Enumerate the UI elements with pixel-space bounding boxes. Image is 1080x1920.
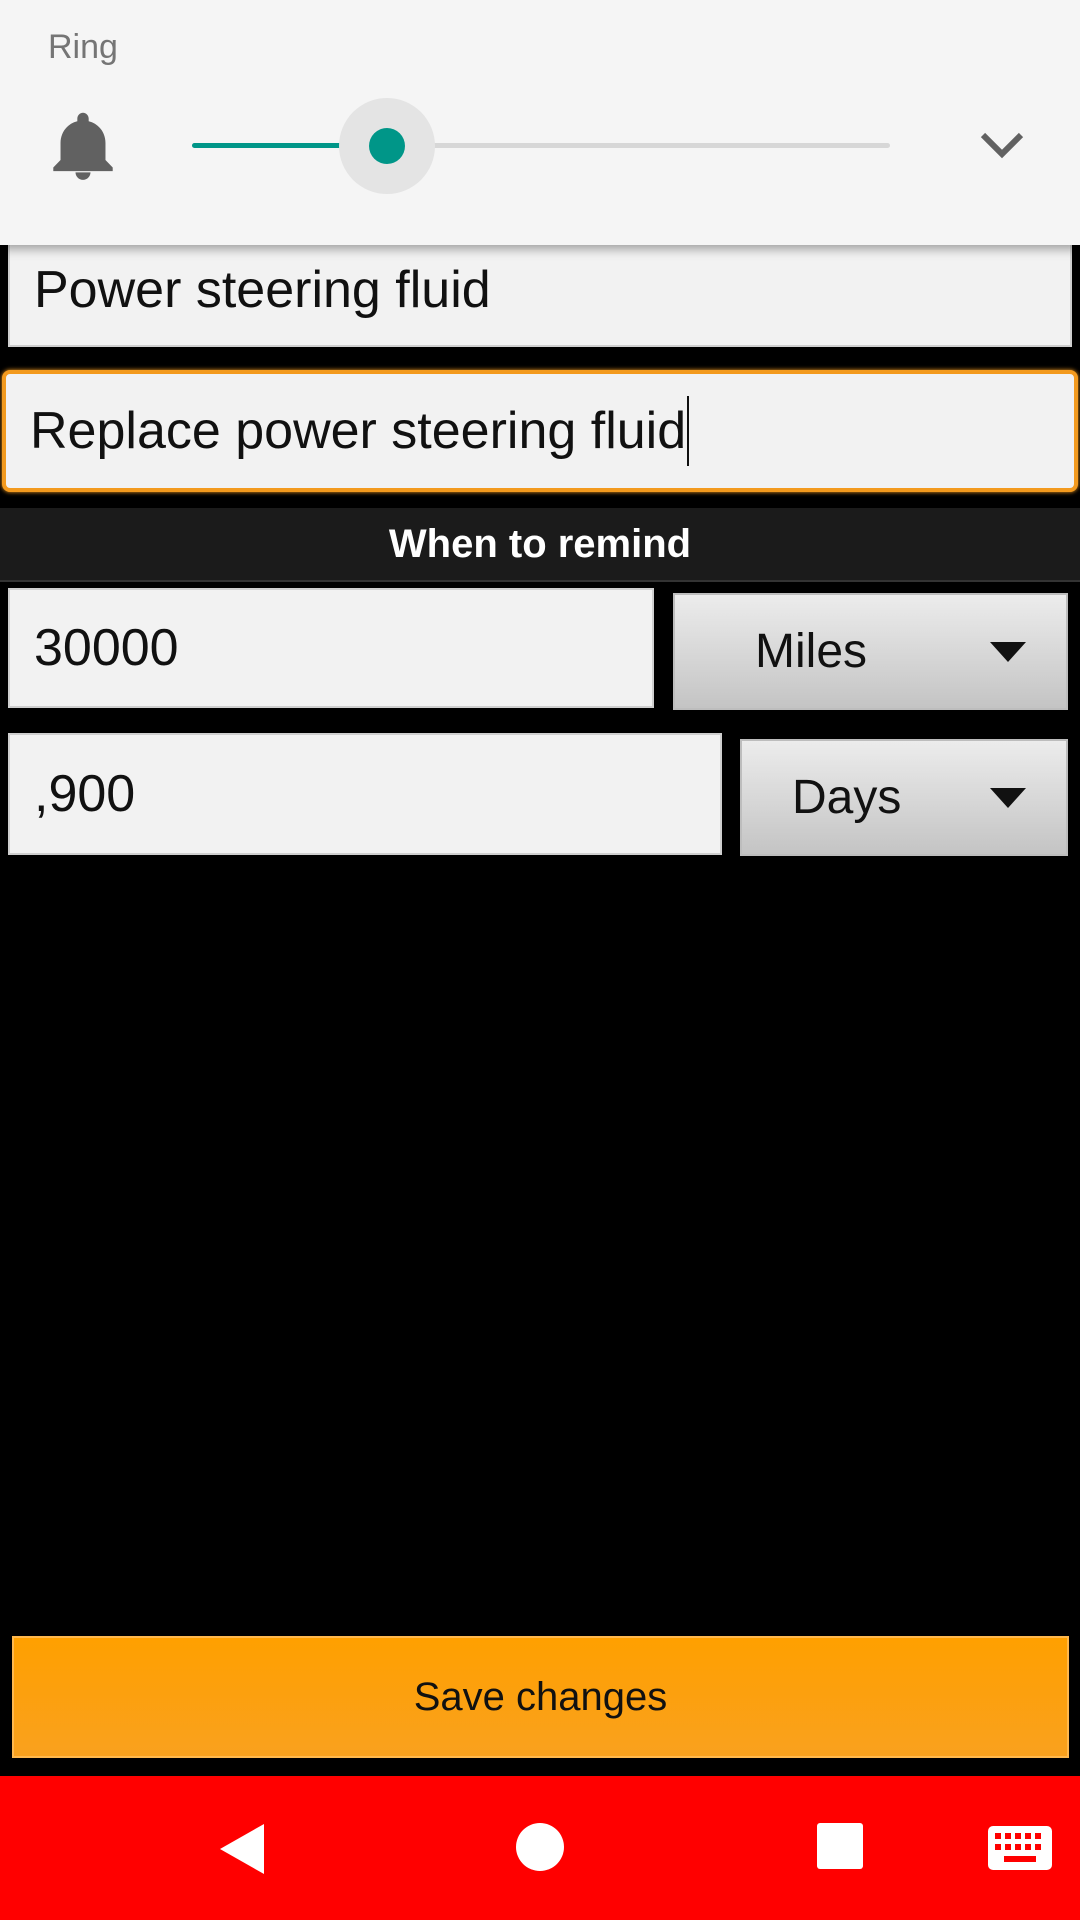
keyboard-icon[interactable] [988,1826,1052,1870]
time-unit-spinner[interactable]: Days [740,739,1068,856]
chevron-down-icon[interactable] [978,128,1026,164]
item-description-field[interactable]: Replace power steering fluid [2,370,1078,492]
section-header: When to remind [0,508,1080,582]
save-changes-label: Save changes [413,1674,668,1719]
distance-interval-value: 30000 [34,619,179,677]
volume-stream-label: Ring [48,28,118,66]
volume-panel: Ring [0,0,1080,245]
bell-icon[interactable] [52,110,114,180]
home-icon[interactable] [515,1822,565,1872]
distance-interval-field[interactable]: 30000 [8,588,654,708]
ring-volume-slider[interactable] [192,98,890,194]
dropdown-arrow-icon [990,787,1026,808]
item-name-field[interactable]: Power steering fluid [8,232,1072,347]
save-changes-button[interactable]: Save changes [12,1636,1069,1758]
distance-unit-spinner[interactable]: Miles [673,593,1068,710]
item-description-value: Replace power steering fluid [30,402,687,460]
recents-icon[interactable] [816,1822,864,1870]
distance-unit-label: Miles [755,625,868,678]
time-unit-label: Days [792,771,902,824]
time-interval-field[interactable]: ,900 [8,733,722,855]
dropdown-arrow-icon [990,641,1026,662]
item-name-value: Power steering fluid [34,260,491,319]
back-icon[interactable] [216,1822,266,1876]
section-title: When to remind [388,521,692,566]
navigation-bar [0,1776,1080,1920]
text-cursor [687,396,690,466]
time-interval-value: ,900 [34,765,136,823]
